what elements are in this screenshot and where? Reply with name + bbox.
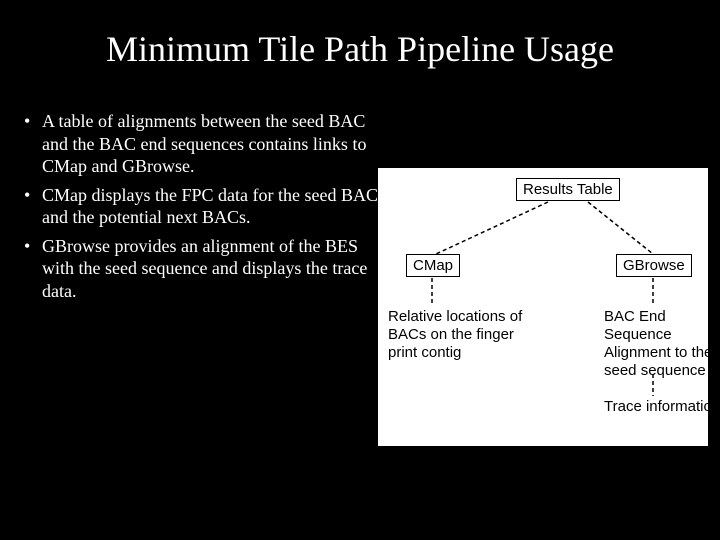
box-gbrowse: GBrowse [616, 254, 692, 277]
bullet-item: GBrowse provides an alignment of the BES… [24, 235, 379, 303]
bullet-item: CMap displays the FPC data for the seed … [24, 184, 379, 229]
box-results-table: Results Table [516, 178, 620, 201]
desc-gbrowse-trace: Trace information [604, 398, 720, 416]
slide-title: Minimum Tile Path Pipeline Usage [0, 0, 720, 80]
desc-gbrowse-alignment: BAC End Sequence Alignment to the seed s… [604, 308, 720, 380]
bullet-item: A table of alignments between the seed B… [24, 110, 379, 178]
flow-diagram: Results Table CMap GBrowse Relative loca… [378, 168, 708, 446]
box-cmap: CMap [406, 254, 460, 277]
desc-cmap: Relative locations of BACs on the finger… [388, 308, 538, 362]
bullet-list: A table of alignments between the seed B… [24, 110, 379, 308]
